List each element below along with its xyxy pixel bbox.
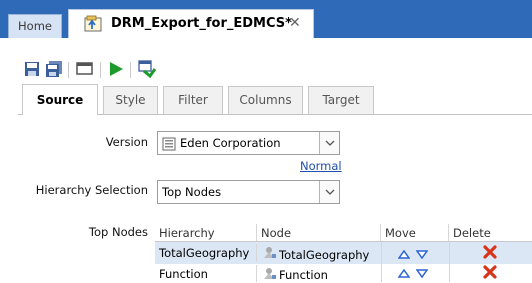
delete-icon[interactable]	[483, 245, 497, 262]
column-header-hierarchy[interactable]: Hierarchy	[155, 224, 257, 242]
hierarchy-selection-select[interactable]: Top Nodes	[157, 180, 340, 204]
run-icon	[108, 62, 124, 80]
row-node-cell: Function	[257, 264, 382, 282]
version-select[interactable]: Eden Corporation	[157, 131, 340, 155]
tab-drm-export-label: DRM_Export_for_EDMCS*	[111, 16, 292, 31]
column-header-delete[interactable]: Delete	[449, 224, 532, 242]
move-up-icon[interactable]	[397, 248, 411, 262]
row-node-label: Function	[279, 268, 328, 282]
save-icon	[24, 62, 40, 80]
close-tab-icon[interactable]: ✕	[289, 10, 301, 37]
row-hierarchy-cell: TotalGeography	[155, 244, 257, 262]
top-nodes-grid: Hierarchy Node Move Delete TotalGeograph…	[155, 224, 532, 282]
tab-style[interactable]: Style	[103, 86, 158, 114]
tab-style-label: Style	[115, 93, 146, 107]
top-nodes-label: Top Nodes	[88, 225, 148, 239]
toolbar-separator	[130, 62, 131, 78]
hierarchy-selection-label: Hierarchy Selection	[35, 183, 148, 197]
row-node-cell: TotalGeography	[257, 242, 382, 264]
node-icon	[263, 245, 277, 262]
tab-target[interactable]: Target	[308, 86, 374, 114]
version-value: Eden Corporation	[180, 136, 281, 150]
move-down-icon[interactable]	[415, 248, 429, 262]
table-row[interactable]: TotalGeography TotalGeography	[155, 242, 532, 264]
window-button[interactable]	[76, 58, 94, 80]
row-node-label: TotalGeography	[279, 248, 370, 262]
tab-drm-export[interactable]: DRM_Export_for_EDMCS* ✕	[68, 9, 314, 38]
row-hierarchy-cell: Function	[155, 265, 257, 282]
table-row[interactable]: Function Function	[155, 264, 532, 282]
column-header-move[interactable]: Move	[381, 224, 449, 242]
run-export-button[interactable]	[138, 58, 157, 81]
tab-filter-label: Filter	[178, 93, 208, 107]
row-move-cell	[381, 242, 450, 264]
move-down-icon[interactable]	[415, 267, 429, 281]
move-up-icon[interactable]	[397, 267, 411, 281]
tab-source-label: Source	[36, 93, 84, 107]
tab-columns[interactable]: Columns	[228, 86, 303, 114]
version-item-icon	[162, 136, 176, 158]
row-move-cell	[381, 264, 450, 282]
run-export-icon	[138, 60, 157, 81]
save-all-button[interactable]	[45, 58, 63, 80]
run-button[interactable]	[108, 58, 124, 80]
tab-home[interactable]: Home	[8, 14, 62, 38]
window-icon	[76, 62, 94, 80]
row-delete-cell	[449, 242, 532, 264]
export-document-icon	[83, 15, 105, 43]
hierarchy-selection-value: Top Nodes	[162, 185, 222, 199]
save-button[interactable]	[24, 58, 40, 80]
tab-home-label: Home	[18, 19, 52, 33]
version-label: Version	[105, 135, 148, 149]
version-normal-link[interactable]: Normal	[300, 159, 342, 173]
save-all-icon	[45, 61, 63, 80]
tab-target-label: Target	[322, 93, 360, 107]
tab-filter[interactable]: Filter	[163, 86, 223, 114]
chevron-down-icon[interactable]	[319, 181, 339, 203]
toolbar-separator	[68, 62, 69, 78]
row-delete-cell	[449, 264, 532, 282]
tab-source[interactable]: Source	[22, 84, 98, 115]
toolbar-separator	[100, 62, 101, 78]
delete-icon[interactable]	[483, 265, 497, 282]
column-header-node[interactable]: Node	[257, 224, 381, 242]
chevron-down-icon[interactable]	[319, 132, 339, 154]
node-icon	[263, 266, 277, 283]
tab-columns-label: Columns	[239, 93, 292, 107]
